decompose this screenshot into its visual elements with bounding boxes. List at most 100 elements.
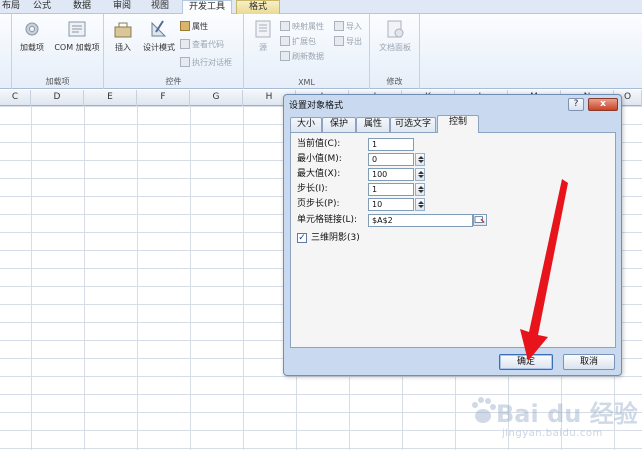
column-header-e[interactable]: E: [84, 90, 137, 106]
document-panel-icon: [387, 20, 404, 38]
addins-button[interactable]: 加载项: [16, 18, 48, 53]
max-value-label: 最大值(X):: [297, 169, 341, 179]
import-label: 导入: [346, 22, 362, 31]
red-arrow-annotation: [520, 179, 568, 361]
tab-review[interactable]: 审阅: [106, 0, 138, 14]
xml-source-label: 源: [259, 43, 267, 52]
watermark-text: Bai du 经验: [496, 400, 638, 428]
column-header-c[interactable]: C: [0, 90, 31, 106]
xml-source-icon: [255, 20, 271, 38]
refresh-data-icon: [280, 51, 290, 61]
map-properties-icon: [280, 21, 290, 31]
watermark-subtext: jingyan.baidu.com: [502, 428, 603, 439]
map-properties-button[interactable]: 映射属性: [280, 20, 324, 33]
spin-up-icon: [418, 201, 424, 204]
run-dialog-icon: [180, 57, 190, 67]
addins-label: 加载项: [20, 43, 44, 52]
com-addins-label: COM 加载项: [54, 43, 100, 52]
tab-properties[interactable]: 属性: [356, 117, 390, 132]
spin-up-icon: [418, 156, 424, 159]
export-button[interactable]: 导出: [334, 35, 362, 48]
expansion-packs-button[interactable]: 扩展包: [280, 35, 316, 48]
ribbon-group-addins: 加载项 COM 加载项 加载项: [12, 14, 104, 89]
insert-label: 插入: [115, 43, 131, 52]
tab-protection[interactable]: 保护: [322, 117, 356, 132]
close-button[interactable]: x: [588, 98, 618, 111]
insert-control-button[interactable]: 插入: [108, 18, 138, 53]
help-button[interactable]: ?: [568, 98, 584, 111]
import-icon: [334, 21, 344, 31]
com-addins-icon: [68, 21, 86, 37]
properties-label: 属性: [192, 22, 208, 31]
min-value-input[interactable]: 0: [368, 153, 414, 166]
com-addins-button[interactable]: COM 加载项: [52, 18, 102, 53]
ribbon-tab-bar: 布局 公式 数据 审阅 视图 开发工具 格式: [0, 0, 642, 15]
page-step-input[interactable]: 10: [368, 198, 414, 211]
min-value-label: 最小值(M):: [297, 154, 342, 164]
gear-icon: [25, 22, 39, 36]
properties-icon: [180, 21, 190, 31]
group-label-addins: 加载项: [45, 77, 70, 86]
expansion-packs-icon: [280, 36, 290, 46]
tab-view[interactable]: 视图: [144, 0, 176, 14]
refresh-data-label: 刷新数据: [292, 52, 324, 61]
column-header-f[interactable]: F: [137, 90, 190, 106]
step-label: 步长(I):: [297, 184, 328, 194]
range-select-button[interactable]: [473, 214, 487, 226]
spin-down-icon: [418, 160, 424, 163]
tab-format[interactable]: 格式: [236, 0, 280, 15]
ribbon-group-modify: 文档面板 修改: [370, 14, 420, 89]
design-mode-icon: [151, 20, 167, 37]
view-code-label: 查看代码: [192, 40, 224, 49]
run-dialog-label: 执行对话框: [192, 58, 232, 67]
group-label-xml: XML: [298, 78, 315, 87]
cell-link-input[interactable]: $A$2: [368, 214, 473, 227]
current-value-input[interactable]: 1: [368, 138, 414, 151]
design-mode-label: 设计模式: [143, 43, 175, 52]
spin-down-icon: [418, 175, 424, 178]
ribbon-group-xml: 源 映射属性 扩展包 刷新数据 导入 导出 XML: [244, 14, 370, 89]
spin-up-icon: [418, 171, 424, 174]
tab-layout[interactable]: 布局: [0, 0, 22, 14]
three-d-shading-checkbox[interactable]: ✓: [297, 233, 307, 243]
ribbon-group-code: [0, 14, 12, 89]
toolbox-icon: [114, 22, 132, 38]
max-value-spinner[interactable]: [415, 168, 425, 181]
xml-source-button[interactable]: 源: [250, 18, 276, 53]
min-value-spinner[interactable]: [415, 153, 425, 166]
step-spinner[interactable]: [415, 183, 425, 196]
step-input[interactable]: 1: [368, 183, 414, 196]
document-panel-label: 文档面板: [379, 43, 411, 52]
page-step-label: 页步长(P):: [297, 199, 340, 209]
properties-button[interactable]: 属性: [180, 20, 208, 33]
map-properties-label: 映射属性: [292, 22, 324, 31]
cell-link-label: 单元格链接(L):: [297, 215, 358, 225]
tab-control[interactable]: 控制: [437, 115, 479, 133]
view-code-icon: [180, 39, 190, 49]
spin-down-icon: [418, 190, 424, 193]
design-mode-button[interactable]: 设计模式: [140, 18, 178, 53]
page-step-spinner[interactable]: [415, 198, 425, 211]
column-header-g[interactable]: G: [190, 90, 243, 106]
tab-size[interactable]: 大小: [290, 117, 322, 132]
group-label-modify: 修改: [386, 77, 403, 86]
group-label-controls: 控件: [165, 77, 182, 86]
max-value-input[interactable]: 100: [368, 168, 414, 181]
tab-data[interactable]: 数据: [66, 0, 98, 14]
ribbon: 加载项 COM 加载项 加载项 插入 设计模式 属性 查看代码 执行对话框 控件…: [0, 14, 642, 89]
import-button[interactable]: 导入: [334, 20, 362, 33]
ribbon-group-controls: 插入 设计模式 属性 查看代码 执行对话框 控件: [104, 14, 244, 89]
dialog-title: 设置对象格式: [289, 101, 344, 111]
view-code-button[interactable]: 查看代码: [180, 38, 224, 51]
tab-alt-text[interactable]: 可选文字: [390, 117, 436, 132]
tab-formulas[interactable]: 公式: [26, 0, 58, 14]
export-icon: [334, 36, 344, 46]
paw-logo-icon: [472, 397, 496, 423]
column-header-d[interactable]: D: [31, 90, 84, 106]
tab-developer[interactable]: 开发工具: [182, 0, 232, 15]
refresh-data-button[interactable]: 刷新数据: [280, 50, 324, 63]
current-value-label: 当前值(C):: [297, 139, 341, 149]
document-panel-button[interactable]: 文档面板: [372, 18, 418, 53]
run-dialog-button[interactable]: 执行对话框: [180, 56, 232, 69]
export-label: 导出: [346, 37, 362, 46]
